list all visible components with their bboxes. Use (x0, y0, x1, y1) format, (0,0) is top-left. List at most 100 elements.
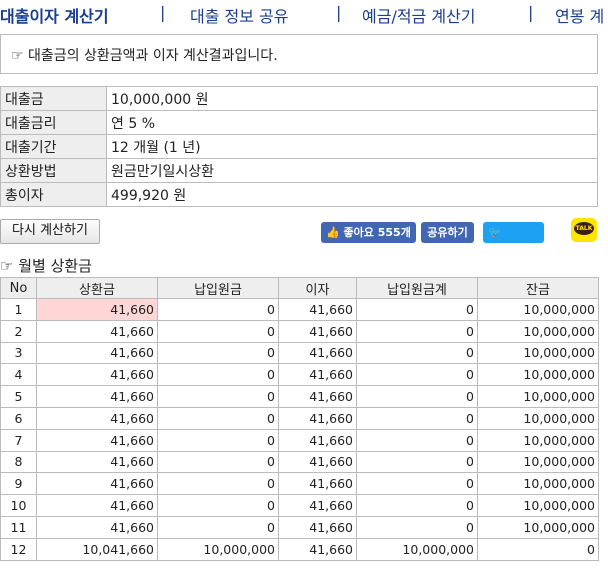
col-header-interest: 이자 (278, 277, 357, 299)
row-principal-total: 0 (356, 363, 478, 387)
row-no: 3 (0, 341, 37, 365)
row-interest: 41,660 (278, 515, 357, 539)
col-header-no: No (0, 277, 37, 299)
info-label: 대출금 (0, 86, 107, 111)
row-principal: 0 (157, 341, 279, 365)
row-interest: 41,660 (278, 472, 357, 496)
row-balance: 0 (477, 537, 599, 561)
row-no: 1 (0, 298, 37, 321)
row-balance: 10,000,000 (477, 319, 599, 343)
info-value: 연 5 % (106, 110, 598, 135)
schedule-row: 7 41,660 0 41,660 0 10,000,000 (0, 428, 599, 452)
row-interest: 41,660 (278, 363, 357, 387)
row-no: 9 (0, 472, 37, 496)
col-header-payment: 상환금 (36, 277, 158, 299)
schedule-row: 5 41,660 0 41,660 0 10,000,000 (0, 385, 599, 408)
nav-loan-interest-calculator[interactable]: 대출이자 계산기 (0, 3, 109, 27)
schedule-row: 2 41,660 0 41,660 0 10,000,000 (0, 319, 599, 343)
row-interest: 41,660 (278, 494, 357, 517)
row-balance: 10,000,000 (477, 406, 599, 430)
row-interest: 41,660 (278, 537, 357, 561)
row-no: 12 (0, 537, 37, 561)
nav-salary-calculator[interactable]: 연봉 계 (555, 3, 604, 27)
schedule-row: 3 41,660 0 41,660 0 10,000,000 (0, 341, 599, 365)
row-no: 6 (0, 406, 37, 430)
info-label: 대출금리 (0, 110, 107, 135)
tweet-button[interactable]: 🐦 Tweet (483, 222, 544, 260)
row-balance: 10,000,000 (477, 472, 599, 496)
monthly-schedule-title: ☞ 월별 상환금 (0, 257, 92, 275)
schedule-row: 12 10,041,660 10,000,000 41,660 10,000,000 0 (0, 537, 599, 561)
thumbs-up-icon: 👍 (326, 226, 340, 239)
row-principal-total: 0 (356, 515, 478, 539)
row-interest: 41,660 (278, 319, 357, 343)
facebook-share-button[interactable]: 공유하기 (421, 222, 474, 243)
info-label: 대출기간 (0, 134, 107, 159)
nav-separator: | (160, 3, 166, 22)
recalculate-button[interactable]: 다시 계산하기 (0, 219, 100, 244)
row-principal-total: 0 (356, 406, 478, 430)
row-principal-total: 0 (356, 428, 478, 452)
row-no: 7 (0, 428, 37, 452)
row-principal-total: 0 (356, 494, 478, 517)
info-row: 대출기간 12 개월 (1 년) (0, 134, 598, 159)
row-principal: 0 (157, 385, 279, 408)
result-notice: ☞ 대출금의 상환금액과 이자 계산결과입니다. (0, 34, 598, 74)
row-no: 10 (0, 494, 37, 517)
col-header-balance: 잔금 (477, 277, 599, 299)
row-no: 2 (0, 319, 37, 343)
info-row: 대출금 10,000,000 원 (0, 86, 598, 111)
row-balance: 10,000,000 (477, 428, 599, 452)
schedule-header-row: No 상환금 납입원금 이자 납입원금계 잔금 (0, 277, 599, 299)
info-value: 10,000,000 원 (106, 86, 598, 111)
row-interest: 41,660 (278, 428, 357, 452)
info-label: 상환방법 (0, 158, 107, 183)
info-row: 상환방법 원금만기일시상환 (0, 158, 598, 183)
nav-deposit-savings-calculator[interactable]: 예금/적금 계산기 (362, 3, 476, 27)
kakaotalk-share-button[interactable]: TALK (571, 218, 597, 242)
nav-loan-info-share[interactable]: 대출 정보 공유 (190, 3, 289, 27)
row-no: 5 (0, 385, 37, 408)
row-principal: 0 (157, 472, 279, 496)
loan-info-table: 대출금 10,000,000 원 대출금리 연 5 % 대출기간 12 개월 (… (0, 86, 598, 207)
row-principal: 0 (157, 363, 279, 387)
row-payment: 41,660 (36, 494, 158, 517)
row-payment: 41,660 (36, 450, 158, 474)
info-value: 499,920 원 (106, 182, 598, 207)
info-value: 원금만기일시상환 (106, 158, 598, 183)
schedule-row: 9 41,660 0 41,660 0 10,000,000 (0, 472, 599, 496)
row-interest: 41,660 (278, 341, 357, 365)
like-label: 좋아요 555개 (343, 226, 411, 239)
row-principal-total: 0 (356, 450, 478, 474)
row-balance: 10,000,000 (477, 363, 599, 387)
row-principal: 0 (157, 450, 279, 474)
row-payment: 41,660 (36, 385, 158, 408)
row-payment: 41,660 (36, 472, 158, 496)
schedule-row: 4 41,660 0 41,660 0 10,000,000 (0, 363, 599, 387)
nav-separator: | (528, 3, 534, 22)
row-balance: 10,000,000 (477, 298, 599, 321)
schedule-row: 8 41,660 0 41,660 0 10,000,000 (0, 450, 599, 474)
kakaotalk-icon: TALK (574, 222, 594, 235)
row-principal-total: 10,000,000 (356, 537, 478, 561)
row-payment: 41,660 (36, 428, 158, 452)
row-principal: 0 (157, 319, 279, 343)
row-no: 4 (0, 363, 37, 387)
tweet-label: Tweet (488, 247, 525, 260)
row-principal: 0 (157, 428, 279, 452)
row-balance: 10,000,000 (477, 494, 599, 517)
schedule-row: 1 41,660 0 41,660 0 10,000,000 (0, 298, 599, 321)
facebook-like-button[interactable]: 👍 좋아요 555개 (321, 222, 416, 243)
nav-separator: | (336, 3, 342, 22)
notice-text: ☞ 대출금의 상환금액과 이자 계산결과입니다. (11, 48, 278, 64)
info-row: 대출금리 연 5 % (0, 110, 598, 135)
row-principal: 0 (157, 298, 279, 321)
row-principal: 0 (157, 494, 279, 517)
col-header-principal-total: 납입원금계 (356, 277, 478, 299)
row-interest: 41,660 (278, 385, 357, 408)
info-label: 총이자 (0, 182, 107, 207)
schedule-row: 11 41,660 0 41,660 0 10,000,000 (0, 515, 599, 539)
info-row: 총이자 499,920 원 (0, 182, 598, 207)
row-no: 11 (0, 515, 37, 539)
row-balance: 10,000,000 (477, 450, 599, 474)
